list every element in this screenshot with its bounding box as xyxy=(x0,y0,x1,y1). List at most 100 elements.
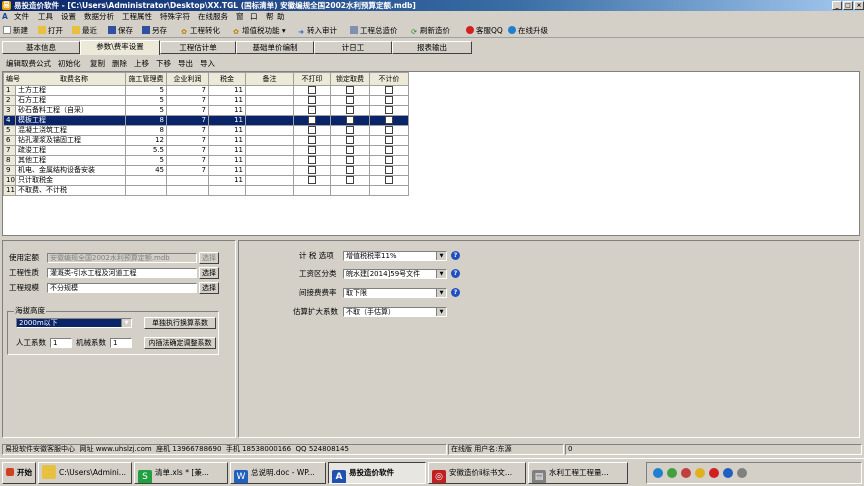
table-row[interactable]: 5 混凝土浇筑工程 8 7 11 xyxy=(3,125,409,136)
no-price-checkbox[interactable] xyxy=(385,156,393,164)
chevron-down-icon[interactable]: ▼ xyxy=(436,308,446,316)
initialize-button[interactable]: 初始化 xyxy=(58,58,81,69)
no-price-checkbox[interactable] xyxy=(385,106,393,114)
table-row[interactable]: 2 石方工程 5 7 11 xyxy=(3,95,409,106)
recent-button[interactable]: 最近 xyxy=(72,25,97,36)
qq-tray-icon[interactable] xyxy=(695,468,705,478)
no-print-checkbox[interactable] xyxy=(308,146,316,154)
labor-coef-input[interactable]: 1 xyxy=(50,338,72,348)
row-number[interactable]: 6 xyxy=(3,135,16,146)
fee-name-cell[interactable]: 钻孔灌浆及锚固工程 xyxy=(15,135,126,146)
close-button[interactable]: × xyxy=(854,1,864,10)
profit-cell[interactable]: 7 xyxy=(166,115,209,126)
antivirus-icon[interactable] xyxy=(667,468,677,478)
tax-cell[interactable]: 11 xyxy=(208,95,246,106)
row-number[interactable]: 1 xyxy=(3,85,16,96)
wage-zone-select[interactable]: 皖水建[2014]59号文件 ▼ xyxy=(343,269,447,279)
chevron-down-icon[interactable]: ▼ xyxy=(436,252,446,260)
lock-fee-checkbox[interactable] xyxy=(346,126,354,134)
table-row[interactable]: 11 不取费、不计税 xyxy=(3,185,409,196)
mgmt-fee-cell[interactable]: 5 xyxy=(125,105,167,116)
menu-help-2[interactable]: 助 xyxy=(277,12,285,22)
table-row[interactable]: 7 疏浚工程 5.5 7 11 xyxy=(3,145,409,156)
interpolation-button[interactable]: 内插法确定调整系数 xyxy=(144,337,216,349)
tax-cell[interactable]: 11 xyxy=(208,155,246,166)
row-number[interactable]: 3 xyxy=(3,105,16,116)
profit-cell[interactable] xyxy=(166,175,209,186)
app-menu-icon[interactable]: A xyxy=(2,12,8,22)
mgmt-fee-cell[interactable]: 5.5 xyxy=(125,145,167,156)
col-header-no-print[interactable]: 不打印 xyxy=(293,72,331,86)
remark-cell[interactable] xyxy=(245,125,294,136)
menu-window-1[interactable]: 窗 xyxy=(236,12,244,22)
remark-cell[interactable] xyxy=(245,165,294,176)
open-button[interactable]: 打开 xyxy=(38,25,63,36)
row-number[interactable]: 10 xyxy=(3,175,16,186)
tax-cell[interactable]: 11 xyxy=(208,175,246,186)
menu-settings[interactable]: 设置 xyxy=(61,12,76,22)
no-print-checkbox[interactable] xyxy=(308,176,316,184)
menu-help-1[interactable]: 帮 xyxy=(266,12,274,22)
lock-fee-checkbox[interactable] xyxy=(346,176,354,184)
profit-cell[interactable]: 7 xyxy=(166,155,209,166)
support-qq-button[interactable]: 客服QQ xyxy=(466,25,503,36)
fee-name-cell[interactable]: 只计取税金 xyxy=(15,175,126,186)
expand-coef-select[interactable]: 不取（手估算） ▼ xyxy=(343,307,447,317)
volume-icon[interactable] xyxy=(737,468,747,478)
save-as-button[interactable]: 另存 xyxy=(142,25,167,36)
row-number[interactable]: 4 xyxy=(3,115,16,126)
menu-special-chars[interactable]: 特殊字符 xyxy=(160,12,190,22)
help-icon[interactable]: ? xyxy=(451,251,460,260)
tab-base-price[interactable]: 基础单价编制 xyxy=(236,41,314,54)
help-icon[interactable]: ? xyxy=(451,269,460,278)
fee-name-cell[interactable]: 模板工程 xyxy=(15,115,126,126)
tax-cell[interactable]: 11 xyxy=(208,85,246,96)
new-button[interactable]: 新建 xyxy=(3,25,28,36)
edit-formula-button[interactable]: 编辑取费公式 xyxy=(6,58,51,69)
tab-estimate-sheet[interactable]: 工程估计单 xyxy=(160,41,236,54)
col-header-mgmt[interactable]: 施工管理费 xyxy=(125,72,167,86)
refresh-cost-button[interactable]: ⟳ 刷新造价 xyxy=(410,25,450,36)
remark-cell[interactable] xyxy=(245,155,294,166)
fee-name-cell[interactable]: 其他工程 xyxy=(15,155,126,166)
quota-select-button[interactable]: 选择 xyxy=(199,252,219,264)
profit-cell[interactable]: 7 xyxy=(166,95,209,106)
lock-fee-checkbox[interactable] xyxy=(346,96,354,104)
profit-cell[interactable]: 7 xyxy=(166,135,209,146)
col-header-lock-fee[interactable]: 锁定取费 xyxy=(330,72,370,86)
lock-fee-checkbox[interactable] xyxy=(346,106,354,114)
tax-cell[interactable]: 11 xyxy=(208,165,246,176)
table-row[interactable]: 8 其他工程 5 7 11 xyxy=(3,155,409,166)
menu-online-service[interactable]: 在线服务 xyxy=(198,12,228,22)
table-row[interactable]: 6 钻孔灌浆及锚固工程 12 7 11 xyxy=(3,135,409,146)
copy-button[interactable]: 复制 xyxy=(90,58,105,69)
start-button[interactable]: 开始 xyxy=(2,462,36,484)
col-header-profit[interactable]: 企业利润 xyxy=(166,72,209,86)
chevron-down-icon[interactable]: ▼ xyxy=(121,319,131,327)
tab-daywork[interactable]: 计日工 xyxy=(314,41,392,54)
chevron-down-icon[interactable]: ▼ xyxy=(436,270,446,278)
lock-fee-checkbox[interactable] xyxy=(346,156,354,164)
row-number[interactable]: 8 xyxy=(3,155,16,166)
no-price-checkbox[interactable] xyxy=(385,176,393,184)
task-quantity-doc[interactable]: ▤ 水利工程工程量... xyxy=(528,462,628,484)
col-header-no[interactable]: 编号 取费名称 xyxy=(3,72,126,86)
fee-name-cell[interactable]: 机电、金属结构设备安装 xyxy=(15,165,126,176)
task-yitou-software[interactable]: A 易投造价软件 xyxy=(328,462,426,484)
remark-cell[interactable] xyxy=(245,105,294,116)
remark-cell[interactable] xyxy=(245,175,294,186)
move-up-button[interactable]: 上移 xyxy=(134,58,149,69)
scale-field[interactable]: 不分规模 xyxy=(47,283,197,293)
nature-field[interactable]: 灌溉类-引水工程及河道工程 xyxy=(47,268,197,278)
remark-cell[interactable] xyxy=(245,135,294,146)
row-number[interactable]: 9 xyxy=(3,165,16,176)
no-print-checkbox[interactable] xyxy=(308,166,316,174)
fee-name-cell[interactable]: 疏浚工程 xyxy=(15,145,126,156)
col-header-tax[interactable]: 税金 xyxy=(208,72,246,86)
lock-fee-checkbox[interactable] xyxy=(346,136,354,144)
profit-cell[interactable]: 7 xyxy=(166,85,209,96)
mgmt-fee-cell[interactable]: 45 xyxy=(125,165,167,176)
no-print-checkbox[interactable] xyxy=(308,86,316,94)
remark-cell[interactable] xyxy=(245,145,294,156)
no-print-checkbox[interactable] xyxy=(308,116,316,124)
